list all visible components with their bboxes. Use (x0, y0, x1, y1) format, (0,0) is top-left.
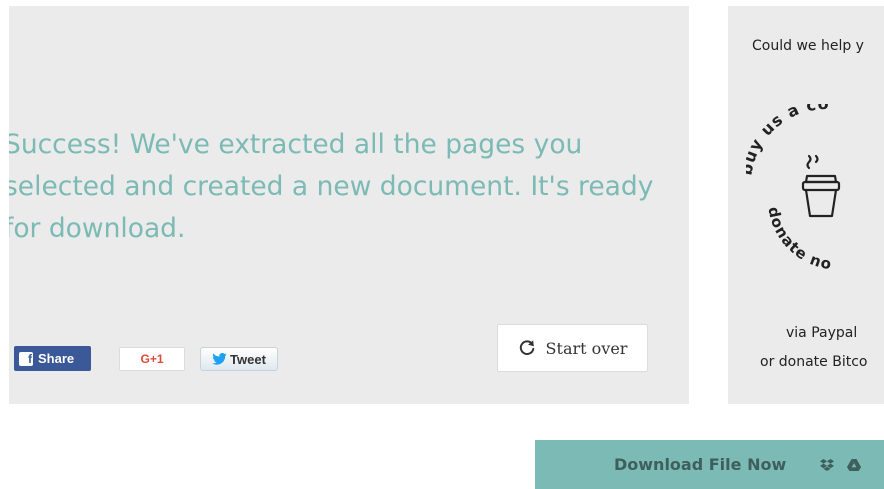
donate-bitcoin-text: or donate Bitco (760, 354, 868, 370)
download-label: Download File Now (614, 455, 787, 474)
success-message: Success! We've extracted all the pages y… (9, 129, 654, 244)
tweet-label: Tweet (230, 351, 266, 367)
badge-top-text: buy us a co (736, 94, 828, 177)
buy-coffee-badge[interactable]: buy us a co donate no (736, 94, 884, 288)
donate-panel: Could we help y buy us a co donate no vi… (728, 6, 884, 404)
google-plus-button[interactable]: G+1 (119, 347, 185, 371)
twitter-bird-icon (212, 353, 227, 365)
svg-text:buy us a co: buy us a co (746, 104, 830, 177)
facebook-icon: f (19, 351, 33, 366)
download-file-button[interactable]: Download File Now (535, 440, 884, 489)
facebook-share-button[interactable]: f Share (14, 346, 91, 371)
google-plus-label: G+1 (140, 352, 164, 366)
tweet-button[interactable]: Tweet (200, 347, 278, 371)
start-over-button[interactable]: Start over (497, 324, 648, 372)
facebook-share-label: Share (38, 351, 75, 366)
donate-heading: Could we help y (752, 38, 864, 54)
dropbox-icon[interactable] (820, 458, 835, 471)
start-over-label: Start over (545, 338, 628, 358)
result-panel: Success! We've extracted all the pages y… (9, 6, 689, 404)
donate-paypal-text: via Paypal (786, 325, 858, 341)
coffee-cup-icon (801, 154, 841, 218)
google-drive-icon[interactable] (847, 458, 862, 471)
refresh-icon (519, 340, 534, 355)
